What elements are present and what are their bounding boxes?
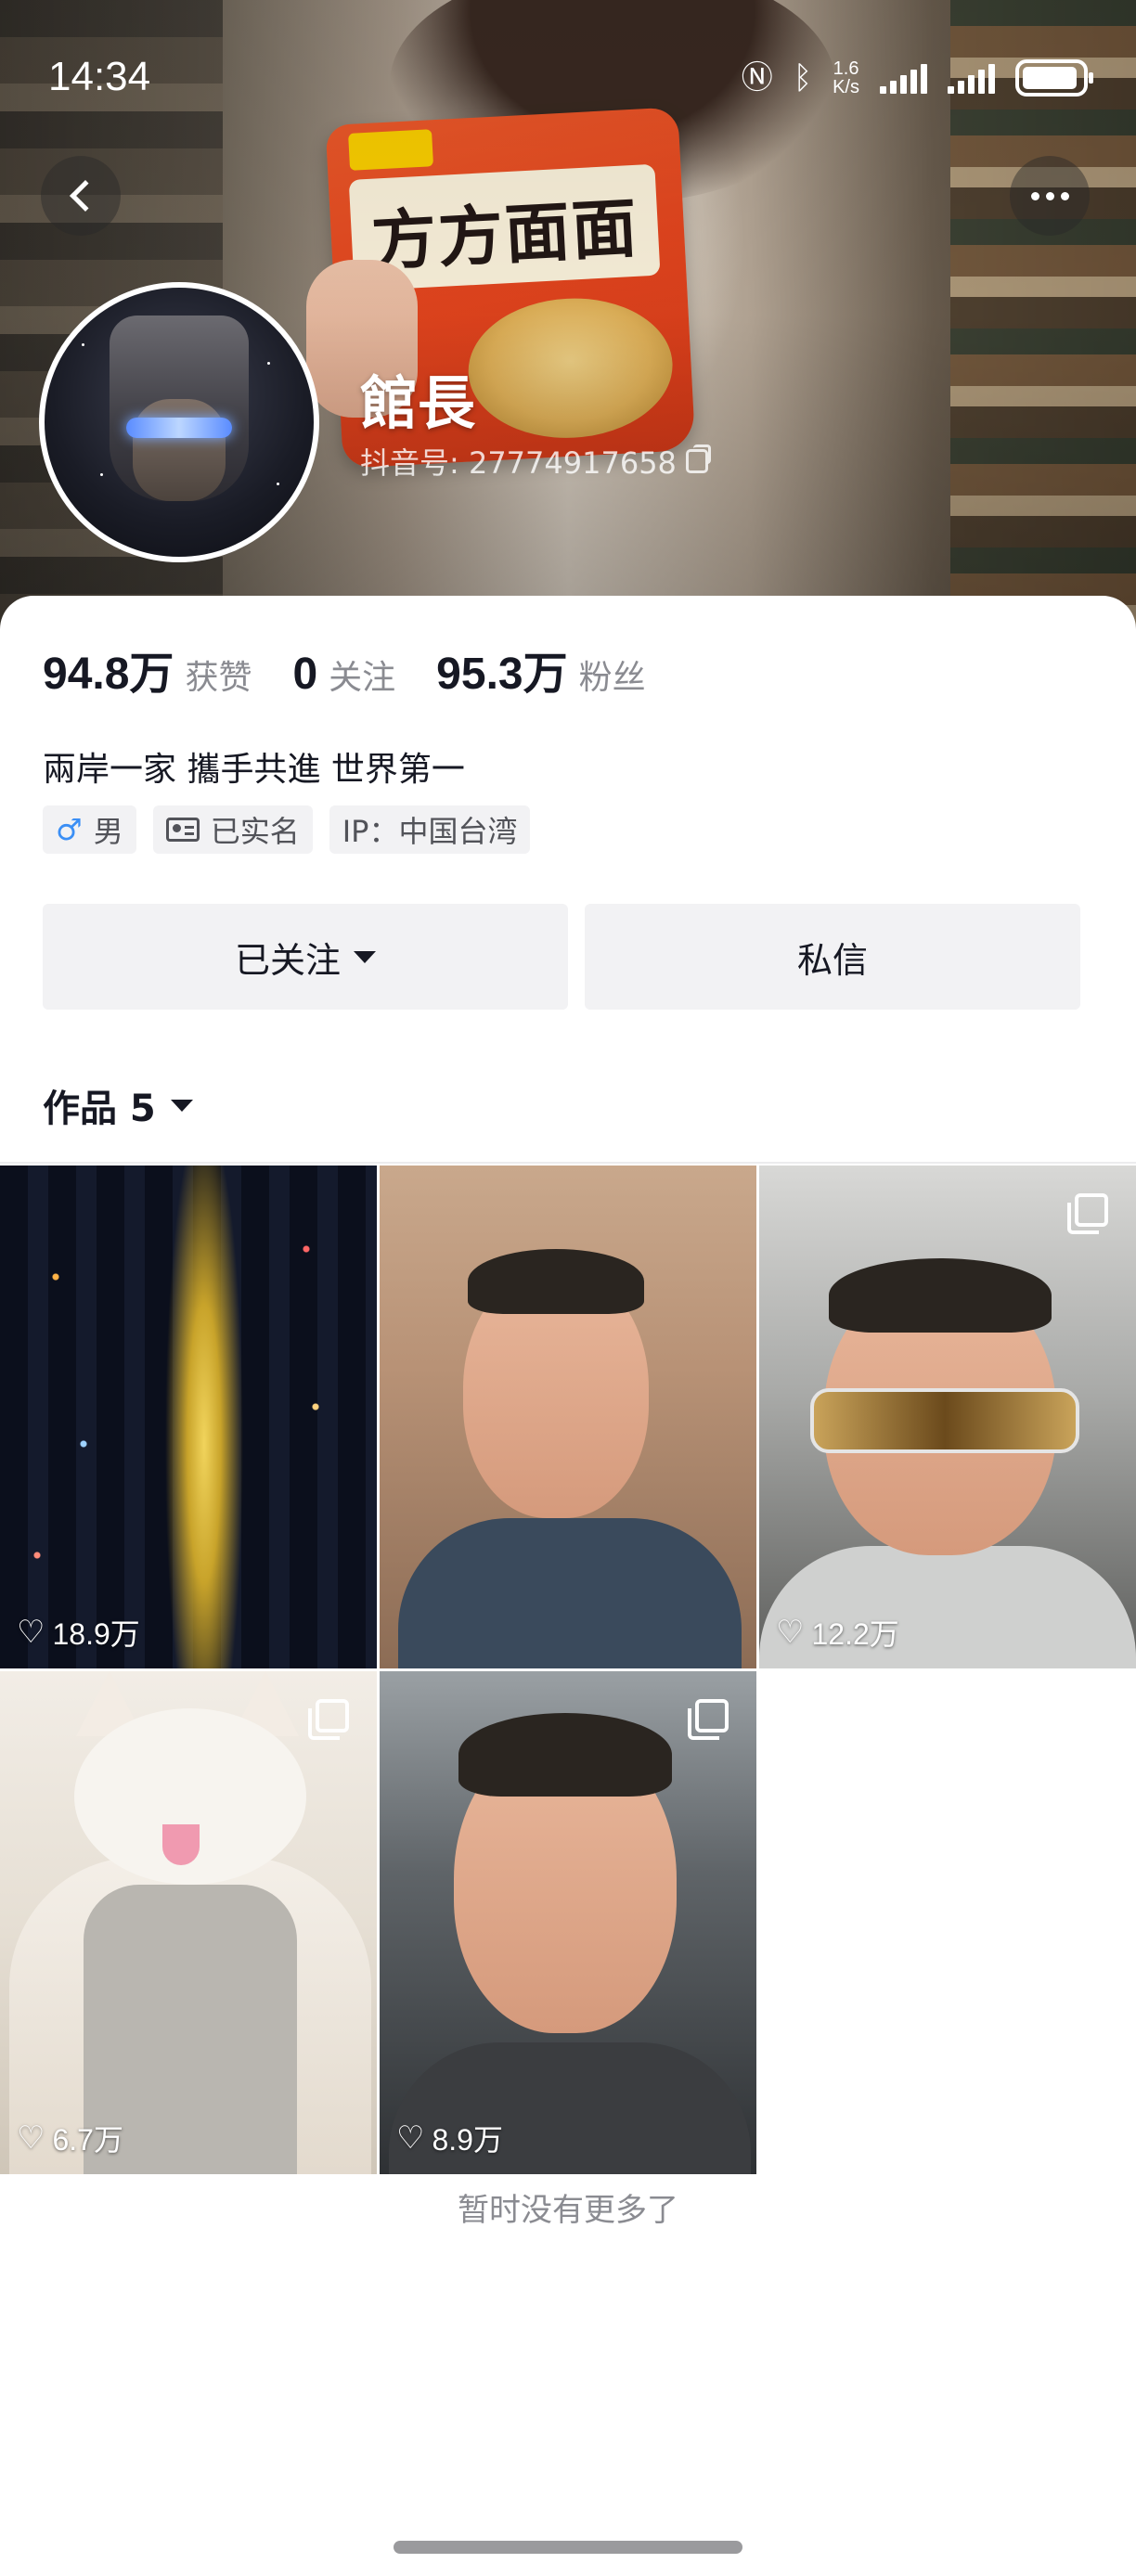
heart-icon: ♡ [17, 2120, 45, 2156]
stats-row: 94.8万 获赞 0 关注 95.3万 粉丝 [43, 637, 687, 702]
thumbnail-hair [829, 1258, 1052, 1333]
stat-label: 获赞 [185, 659, 252, 697]
thumbnail-hair [468, 1249, 644, 1314]
more-horizontal-icon [1030, 191, 1069, 200]
copy-icon[interactable] [685, 444, 711, 473]
verified-label: 已实名 [210, 814, 300, 849]
heart-icon: ♡ [17, 1615, 45, 1650]
work-tile[interactable]: ♡ 18.9万 [0, 1166, 377, 1668]
douyin-id-text: 抖音号: 27774917658 [360, 445, 677, 481]
stat-followers[interactable]: 95.3万 粉丝 [436, 637, 645, 702]
thumbnail-cat-tongue [162, 1824, 200, 1865]
noodle-bowl [464, 293, 677, 444]
nfc-icon: Ⓝ [741, 59, 773, 97]
ip-tag: IP：中国台湾 [329, 805, 531, 854]
caret-down-icon [354, 950, 376, 963]
signal-icon [880, 62, 927, 94]
followed-label: 已关注 [234, 939, 341, 981]
stat-likes[interactable]: 94.8万 获赞 [43, 637, 252, 702]
divider [0, 1162, 1136, 1164]
thumbnail-shirt [398, 1518, 742, 1668]
net-speed-unit: K/s [833, 77, 859, 97]
stat-value: 95.3万 [436, 650, 568, 699]
no-more-text: 暂时没有更多了 [458, 2192, 678, 2229]
ip-label: IP：中国台湾 [342, 814, 518, 849]
net-speed-value: 1.6 [833, 58, 859, 79]
thumbnail-hair [458, 1713, 672, 1797]
work-tile[interactable] [380, 1166, 756, 1668]
gender-tag: ♂ 男 [43, 805, 136, 854]
id-card-icon [165, 818, 200, 842]
noodle-bag-brand: 方方面面 [369, 188, 640, 280]
chevron-left-icon [70, 180, 101, 212]
like-count-value: 6.7万 [52, 2123, 123, 2157]
noodle-bag-banner [348, 163, 661, 291]
profile-tags: ♂ 男 已实名 IP：中国台湾 [43, 805, 531, 854]
caret-down-icon [170, 1099, 193, 1112]
work-tile[interactable]: ♡ 6.7万 [0, 1671, 377, 2174]
profile-actions: 已关注 私信 [43, 904, 1080, 1010]
heart-icon: ♡ [396, 2120, 425, 2156]
multi-image-icon [1067, 1193, 1108, 1234]
stat-value: 94.8万 [43, 650, 174, 699]
net-speed: 1.6 K/s [833, 59, 859, 97]
followed-button[interactable]: 已关注 [43, 904, 568, 1010]
like-count-value: 12.2万 [811, 1617, 899, 1651]
avatar-face [133, 399, 226, 501]
like-count: ♡ 8.9万 [396, 2117, 503, 2159]
home-indicator[interactable] [394, 2541, 742, 2554]
message-label: 私信 [796, 939, 868, 981]
work-tile[interactable]: ♡ 12.2万 [759, 1166, 1136, 1668]
stat-label: 粉丝 [578, 659, 646, 697]
like-count-value: 8.9万 [432, 2123, 503, 2157]
like-count-value: 18.9万 [52, 1617, 140, 1651]
more-button[interactable] [1010, 156, 1090, 236]
stat-value: 0 [292, 650, 318, 699]
message-button[interactable]: 私信 [585, 904, 1080, 1010]
multi-image-icon [308, 1699, 349, 1740]
profile-bio: 兩岸一家 攜手共進 世界第一 [43, 751, 465, 789]
stat-label: 关注 [329, 659, 396, 697]
avatar-visor [126, 418, 232, 438]
bluetooth-icon: ᛒ [793, 59, 813, 97]
like-count: ♡ 12.2万 [776, 1611, 899, 1654]
like-count: ♡ 18.9万 [17, 1611, 140, 1654]
works-label: 作品 5 [43, 1088, 156, 1130]
signal-icon [948, 62, 995, 94]
douyin-id[interactable]: 抖音号: 27774917658 [360, 440, 711, 483]
thumbnail-sunglasses [810, 1388, 1079, 1453]
verified-tag[interactable]: 已实名 [152, 805, 313, 854]
gender-label: 男 [93, 814, 123, 849]
like-count: ♡ 6.7万 [17, 2117, 123, 2159]
profile-card: 94.8万 获赞 0 关注 95.3万 粉丝 兩岸一家 攜手共進 世界第一 ♂ … [0, 596, 1136, 2576]
avatar[interactable] [39, 282, 319, 562]
heart-icon: ♡ [776, 1615, 805, 1650]
city-night-thumbnail [0, 1166, 377, 1668]
works-tab[interactable]: 作品 5 [43, 1078, 193, 1132]
work-tile[interactable]: ♡ 8.9万 [380, 1671, 756, 2174]
stat-following[interactable]: 0 关注 [292, 649, 395, 700]
multi-image-icon [688, 1699, 729, 1740]
back-button[interactable] [41, 156, 121, 236]
username: 館長 [360, 369, 476, 437]
status-time: 14:34 [48, 54, 151, 99]
status-icons: Ⓝ ᛒ 1.6 K/s [741, 59, 1093, 97]
male-icon: ♂ [56, 812, 83, 847]
status-bar: 14:34 Ⓝ ᛒ 1.6 K/s [0, 0, 1136, 167]
battery-icon [1015, 59, 1093, 97]
